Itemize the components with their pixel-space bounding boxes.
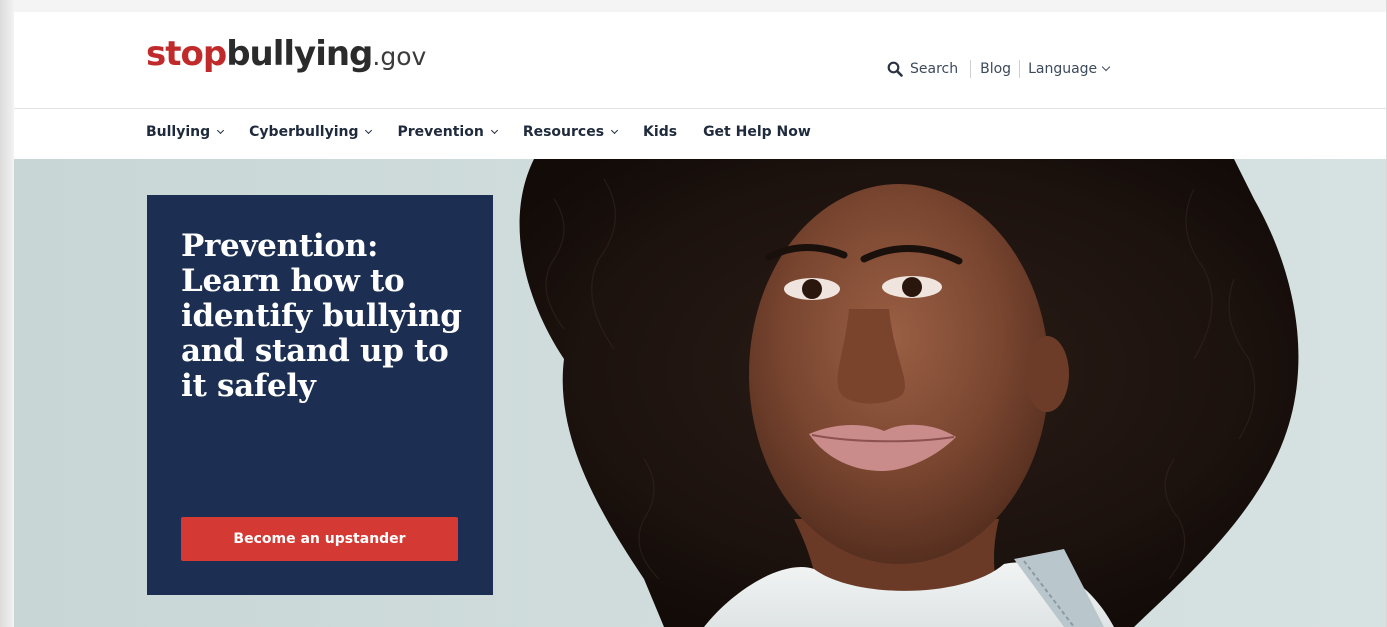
utility-divider bbox=[1019, 60, 1021, 78]
nav-item-label: Bullying bbox=[146, 124, 211, 140]
nav-item-label: Get Help Now bbox=[703, 124, 811, 140]
nav-item-label: Prevention bbox=[397, 124, 484, 140]
nav-item-bullying[interactable]: Bullying bbox=[146, 124, 225, 140]
main-nav-list: Bullying Cyberbullying Prevention Resour… bbox=[146, 124, 837, 140]
nav-item-label: Cyberbullying bbox=[249, 124, 359, 140]
hero-card: Prevention: Learn how to identify bullyi… bbox=[147, 195, 493, 595]
website: stopbullying.gov Search Blog Language Bu… bbox=[14, 12, 1386, 627]
nav-item-label: Kids bbox=[643, 124, 678, 140]
utility-divider bbox=[970, 60, 972, 78]
search-icon bbox=[887, 61, 903, 77]
site-logo[interactable]: stopbullying.gov bbox=[146, 34, 426, 77]
hero-banner: Prevention: Learn how to identify bullyi… bbox=[14, 159, 1386, 627]
hero-heading: Prevention: Learn how to identify bullyi… bbox=[181, 228, 462, 404]
chevron-down-icon bbox=[490, 126, 498, 135]
language-label: Language bbox=[1028, 61, 1098, 77]
hero-photo bbox=[519, 159, 1299, 627]
chevron-down-icon bbox=[365, 126, 373, 135]
logo-gov: .gov bbox=[372, 42, 427, 71]
blog-link[interactable]: Blog bbox=[980, 61, 1011, 77]
nav-item-kids[interactable]: Kids bbox=[643, 124, 677, 140]
utility-links: Search Blog Language bbox=[887, 56, 1111, 82]
nav-item-get-help-now[interactable]: Get Help Now bbox=[703, 124, 811, 140]
nav-item-label: Resources bbox=[522, 124, 605, 140]
site-header: stopbullying.gov Search Blog Language bbox=[14, 12, 1386, 109]
search-link[interactable]: Search bbox=[887, 61, 958, 77]
search-label: Search bbox=[910, 61, 959, 77]
chevron-down-icon bbox=[611, 126, 619, 135]
logo-stop: stop bbox=[146, 34, 227, 74]
become-upstander-button[interactable]: Become an upstander bbox=[181, 517, 458, 561]
logo-bullying: bullying bbox=[226, 34, 373, 74]
browser-viewport: stopbullying.gov Search Blog Language Bu… bbox=[0, 0, 1387, 627]
main-nav: Bullying Cyberbullying Prevention Resour… bbox=[14, 109, 1386, 159]
chevron-down-icon bbox=[217, 126, 225, 135]
nav-item-cyberbullying[interactable]: Cyberbullying bbox=[249, 124, 373, 140]
language-dropdown[interactable]: Language bbox=[1028, 61, 1111, 77]
nav-item-prevention[interactable]: Prevention bbox=[397, 124, 498, 140]
nav-item-resources[interactable]: Resources bbox=[522, 124, 619, 140]
chevron-down-icon bbox=[1101, 62, 1111, 72]
